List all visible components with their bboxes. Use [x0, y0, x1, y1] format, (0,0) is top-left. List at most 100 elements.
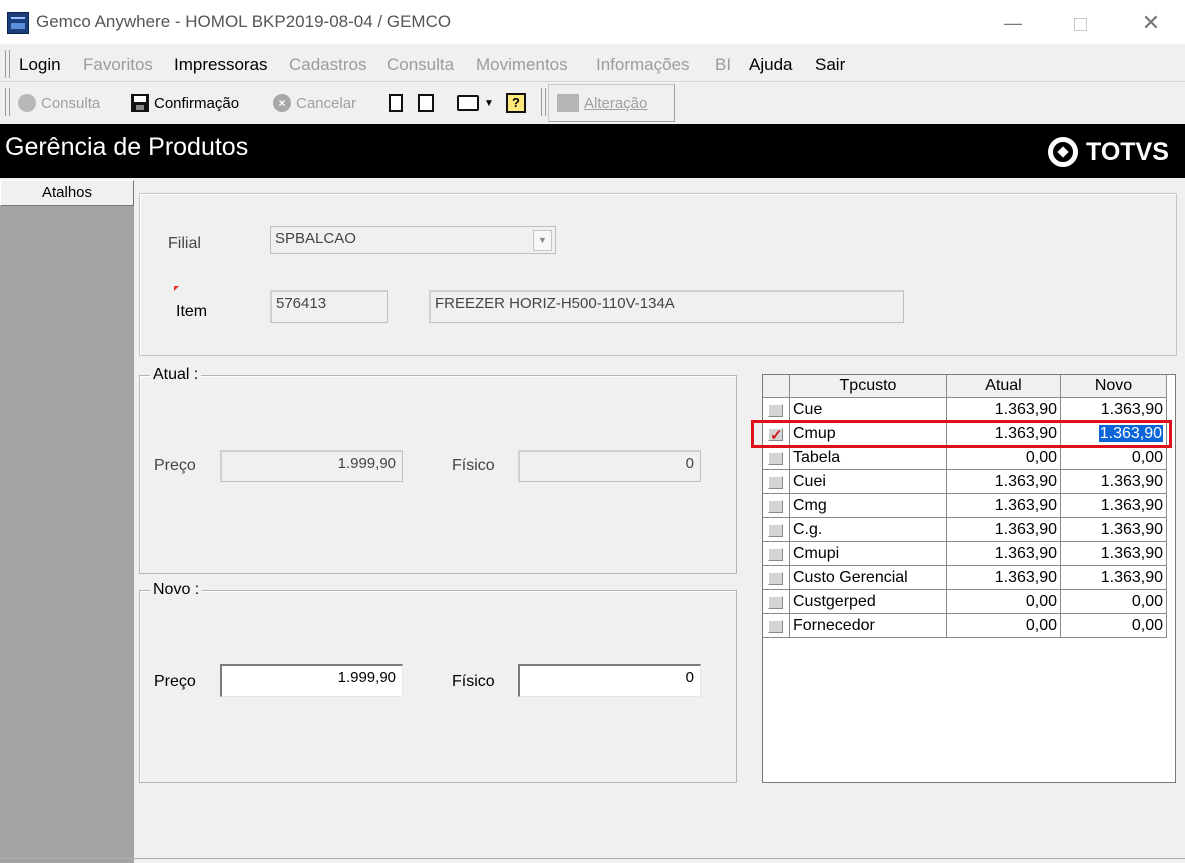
grid-header-check[interactable]: [763, 375, 790, 398]
row-checkbox-cell[interactable]: [763, 590, 790, 614]
consulta-button[interactable]: Consulta: [18, 90, 100, 116]
toolbar-grip-2[interactable]: [541, 88, 546, 116]
maximize-button[interactable]: [1057, 8, 1103, 38]
menu-cadastros[interactable]: Cadastros: [289, 55, 366, 75]
row-checkbox-cell[interactable]: [763, 542, 790, 566]
novo-legend: Novo :: [150, 581, 203, 599]
row-checkbox-cell[interactable]: [763, 398, 790, 422]
row-checkbox-cell[interactable]: [763, 614, 790, 638]
atual-fisico-field[interactable]: 0: [518, 450, 701, 482]
novo-preco-input[interactable]: 1.999,90: [220, 664, 403, 697]
filial-select[interactable]: SPBALCAO ▼: [270, 226, 556, 254]
toolbar-grip[interactable]: [5, 88, 10, 116]
menu-favoritos[interactable]: Favoritos: [83, 55, 153, 75]
copy-document-button[interactable]: [418, 90, 434, 116]
tpcusto-cell[interactable]: Fornecedor: [790, 614, 947, 638]
tpcusto-cell[interactable]: Cmupi: [790, 542, 947, 566]
novo-cell[interactable]: 1.363,90: [1061, 470, 1167, 494]
grid-header-atual[interactable]: Atual: [947, 375, 1061, 398]
grid-header-tpcusto[interactable]: Tpcusto: [790, 375, 947, 398]
novo-cell[interactable]: 0,00: [1061, 446, 1167, 470]
atual-cell[interactable]: 1.363,90: [947, 518, 1061, 542]
row-checkbox-cell[interactable]: [763, 494, 790, 518]
alteracao-button-frame: [548, 84, 675, 122]
new-document-button[interactable]: [389, 90, 403, 116]
help-button[interactable]: ?: [506, 90, 526, 116]
atalhos-button[interactable]: Atalhos: [0, 180, 134, 206]
table-row[interactable]: Cmupi 1.363,90 1.363,90: [763, 542, 1167, 566]
novo-cell[interactable]: 1.363,90: [1061, 494, 1167, 518]
cancelar-label: Cancelar: [296, 94, 357, 112]
checkbox-icon[interactable]: [768, 620, 783, 633]
row-checkbox-cell[interactable]: [763, 566, 790, 590]
atual-cell[interactable]: 1.363,90: [947, 470, 1061, 494]
new-document-icon: [389, 94, 403, 112]
atual-cell[interactable]: 0,00: [947, 446, 1061, 470]
checkbox-icon[interactable]: [768, 404, 783, 417]
atual-cell[interactable]: 0,00: [947, 590, 1061, 614]
item-code-field[interactable]: 576413: [270, 290, 388, 323]
checkbox-icon[interactable]: [768, 596, 783, 609]
filial-value: SPBALCAO: [275, 230, 356, 247]
novo-cell[interactable]: 1.363,90: [1061, 566, 1167, 590]
menu-login[interactable]: Login: [19, 55, 61, 75]
row-checkbox-cell[interactable]: [763, 470, 790, 494]
table-row[interactable]: Cue 1.363,90 1.363,90: [763, 398, 1167, 422]
atual-cell[interactable]: 1.363,90: [947, 494, 1061, 518]
confirmacao-button[interactable]: Confirmação: [131, 90, 239, 116]
menubar-grip[interactable]: [5, 50, 10, 78]
row-checkbox-cell[interactable]: [763, 446, 790, 470]
table-row[interactable]: Custo Gerencial 1.363,90 1.363,90: [763, 566, 1167, 590]
checkbox-icon[interactable]: [768, 548, 783, 561]
table-row[interactable]: Tabela 0,00 0,00: [763, 446, 1167, 470]
cancelar-button[interactable]: × Cancelar: [273, 90, 356, 116]
chevron-down-icon[interactable]: ▼: [533, 230, 552, 251]
menu-bi[interactable]: BI: [715, 55, 731, 75]
dropdown-arrow-icon[interactable]: ▼: [484, 98, 494, 109]
table-row[interactable]: C.g. 1.363,90 1.363,90: [763, 518, 1167, 542]
row-checkbox-cell[interactable]: [763, 518, 790, 542]
close-button[interactable]: ✕: [1128, 8, 1174, 38]
menu-sair[interactable]: Sair: [815, 55, 845, 75]
print-button[interactable]: ▼: [457, 90, 494, 116]
checkbox-icon[interactable]: [768, 524, 783, 537]
novo-cell[interactable]: 1.363,90: [1061, 542, 1167, 566]
novo-cell[interactable]: 0,00: [1061, 590, 1167, 614]
help-icon: ?: [506, 93, 526, 113]
checkbox-icon[interactable]: [768, 452, 783, 465]
novo-cell[interactable]: 1.363,90: [1061, 398, 1167, 422]
table-row[interactable]: Fornecedor 0,00 0,00: [763, 614, 1167, 638]
menu-informacoes[interactable]: Informações: [596, 55, 690, 75]
atual-cell[interactable]: 1.363,90: [947, 542, 1061, 566]
atual-cell[interactable]: 1.363,90: [947, 398, 1061, 422]
novo-fisico-input[interactable]: 0: [518, 664, 701, 697]
checkbox-icon[interactable]: [768, 572, 783, 585]
atual-preco-field[interactable]: 1.999,90: [220, 450, 403, 482]
brand-name: TOTVS: [1086, 137, 1169, 166]
required-marker-icon: [174, 286, 179, 291]
menu-movimentos[interactable]: Movimentos: [476, 55, 568, 75]
menu-impressoras[interactable]: Impressoras: [174, 55, 268, 75]
tpcusto-cell[interactable]: Cue: [790, 398, 947, 422]
tpcusto-cell[interactable]: Custgerped: [790, 590, 947, 614]
tpcusto-cell[interactable]: Tabela: [790, 446, 947, 470]
tpcusto-cell[interactable]: Custo Gerencial: [790, 566, 947, 590]
table-row[interactable]: Cmg 1.363,90 1.363,90: [763, 494, 1167, 518]
consulta-label: Consulta: [41, 94, 101, 112]
tpcusto-cell[interactable]: Cmg: [790, 494, 947, 518]
atual-cell[interactable]: 0,00: [947, 614, 1061, 638]
tpcusto-cell[interactable]: Cuei: [790, 470, 947, 494]
table-row[interactable]: Cuei 1.363,90 1.363,90: [763, 470, 1167, 494]
menu-ajuda[interactable]: Ajuda: [749, 55, 792, 75]
checkbox-icon[interactable]: [768, 500, 783, 513]
atual-cell[interactable]: 1.363,90: [947, 566, 1061, 590]
novo-cell[interactable]: 1.363,90: [1061, 518, 1167, 542]
minimize-button[interactable]: —: [990, 8, 1036, 38]
menu-consulta[interactable]: Consulta: [387, 55, 454, 75]
grid-header-novo[interactable]: Novo: [1061, 375, 1167, 398]
table-row[interactable]: Custgerped 0,00 0,00: [763, 590, 1167, 614]
checkbox-icon[interactable]: [768, 476, 783, 489]
novo-cell[interactable]: 0,00: [1061, 614, 1167, 638]
item-description-field[interactable]: FREEZER HORIZ-H500-110V-134A: [429, 290, 904, 323]
tpcusto-cell[interactable]: C.g.: [790, 518, 947, 542]
